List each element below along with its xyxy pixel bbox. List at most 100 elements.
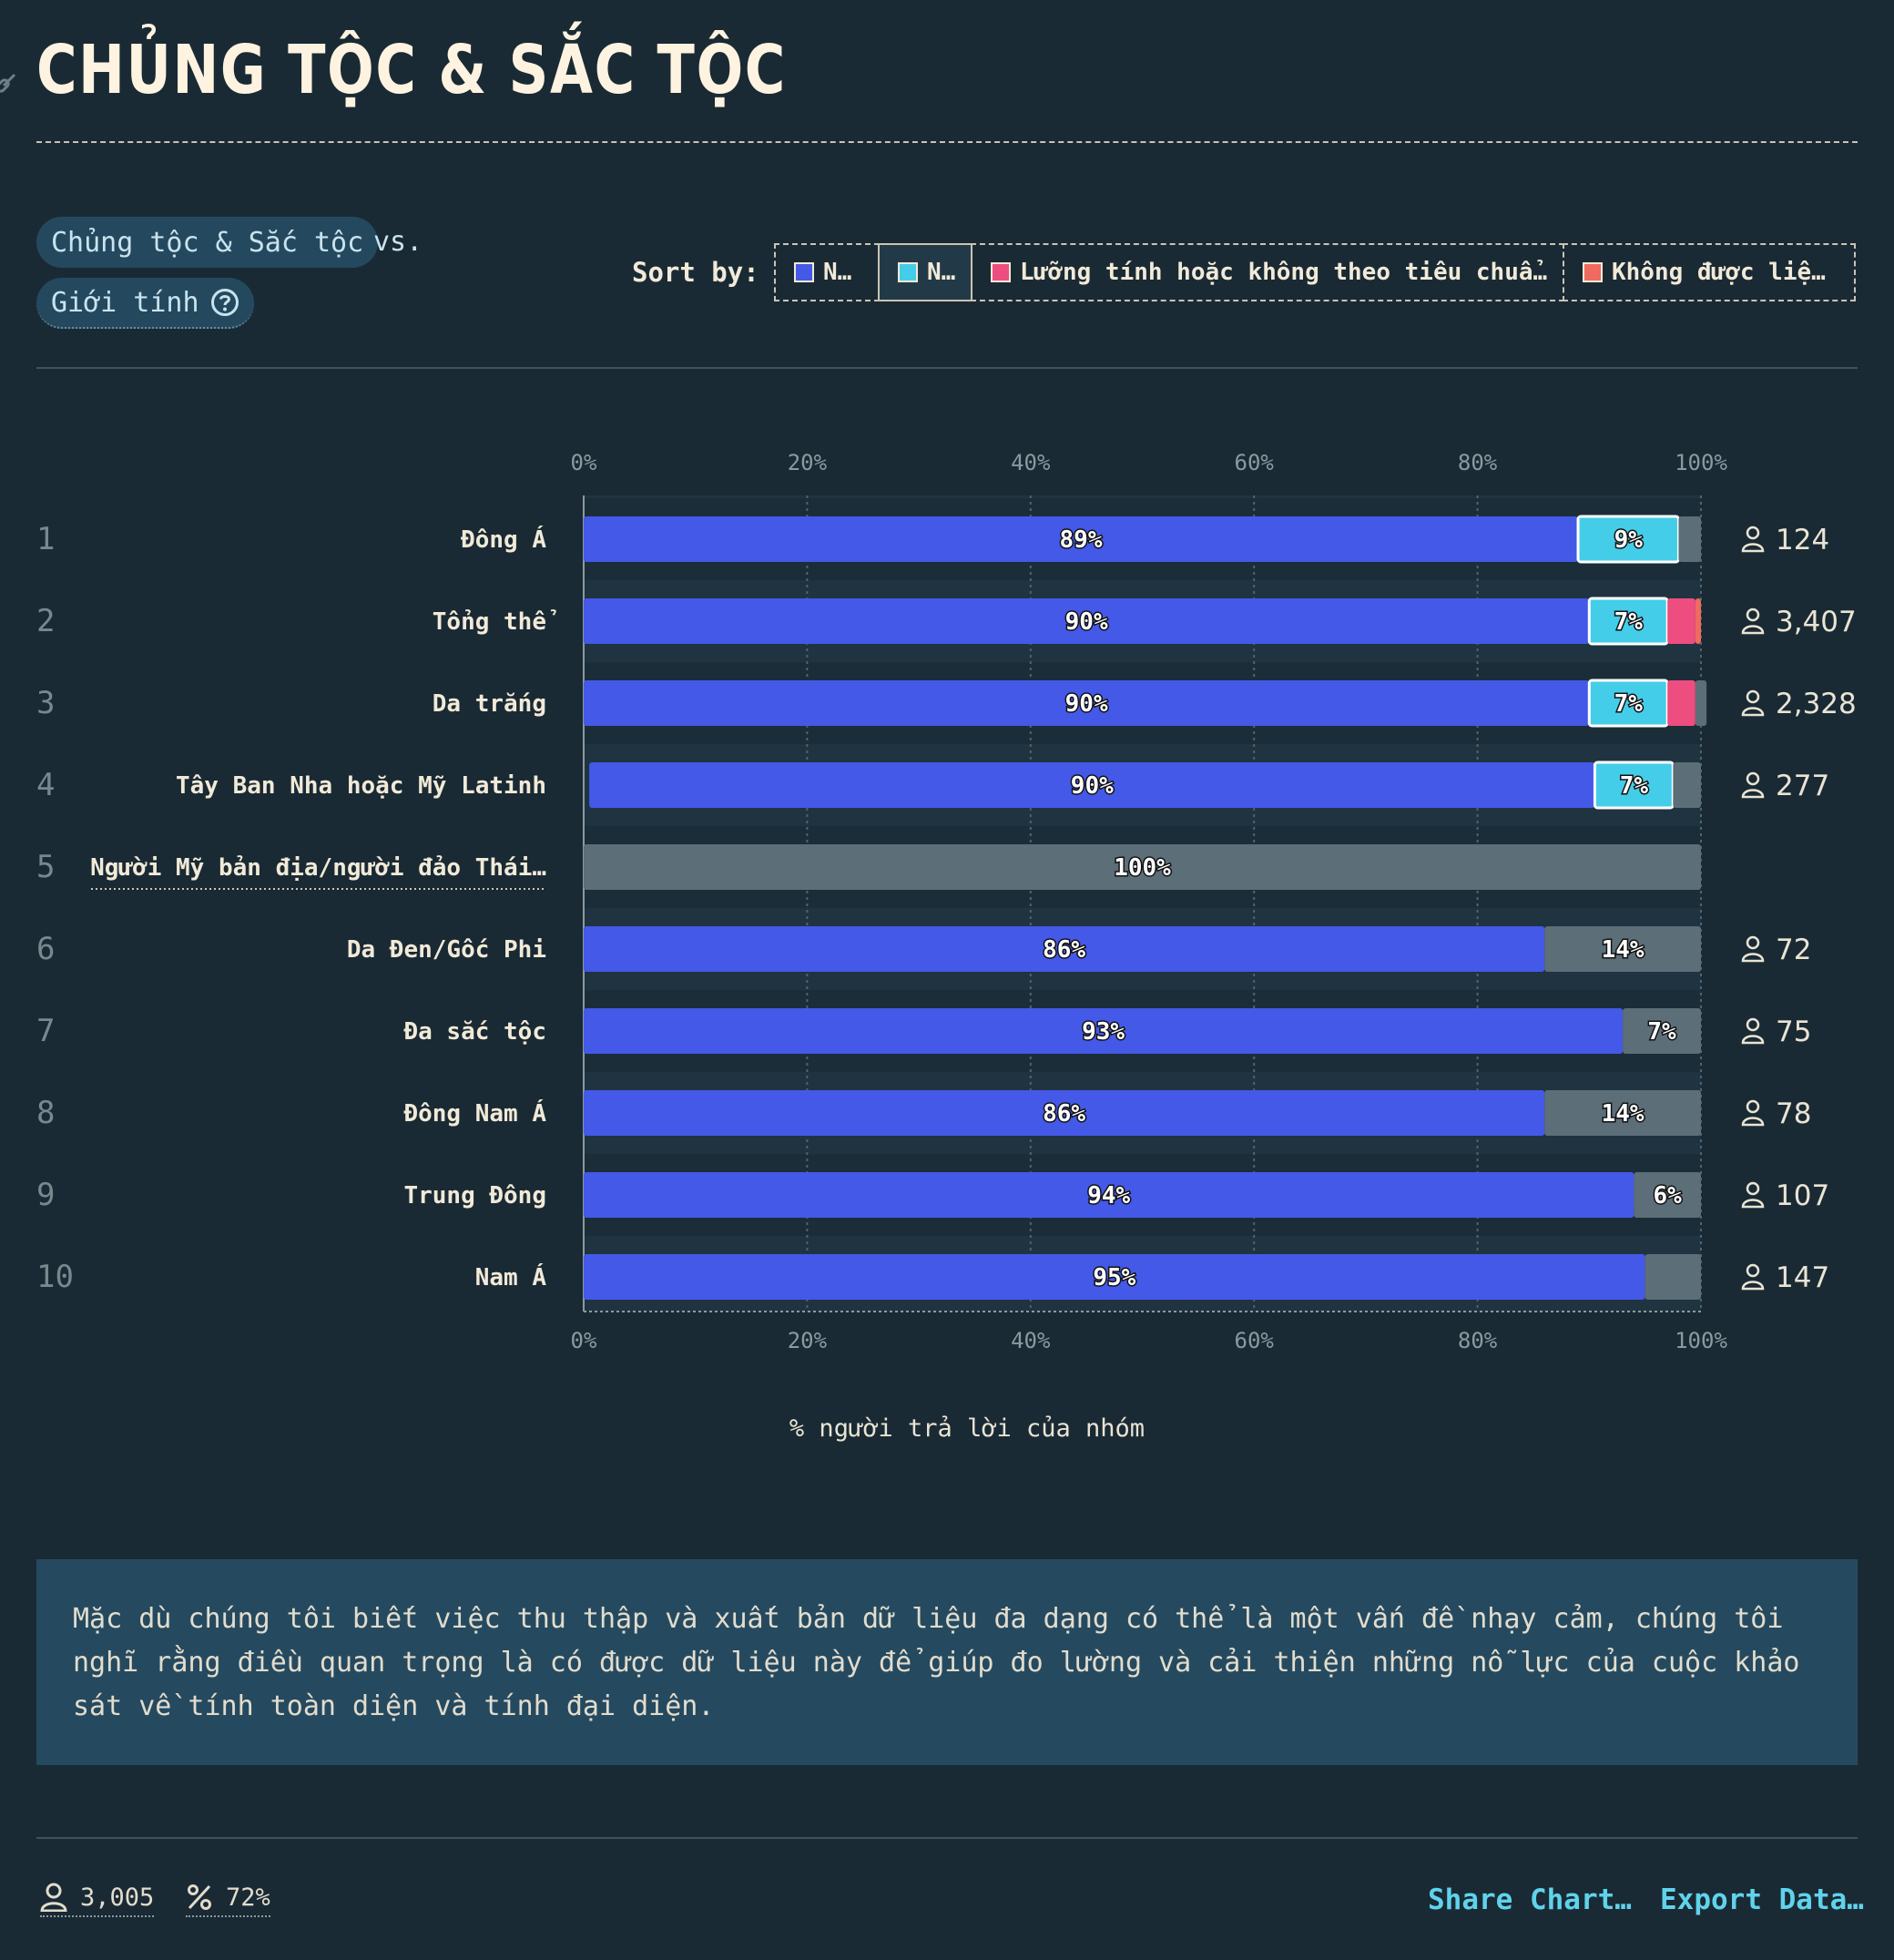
row-label: Đông Nam Á bbox=[403, 1098, 546, 1128]
row-label: Người Mỹ bản địa/người đảo Thái… bbox=[90, 854, 546, 882]
bar-segment bbox=[1667, 680, 1695, 726]
group-b-label: Giới tính bbox=[51, 286, 199, 319]
bar-value-label: 86% bbox=[1043, 1100, 1085, 1128]
share-chart-link[interactable]: Share Chart… bbox=[1428, 1883, 1632, 1916]
row-label: Trung Đông bbox=[403, 1182, 546, 1210]
sort-option-3-label: Lưỡng tính hoặc không theo tiêu chuẩ… bbox=[1020, 259, 1548, 286]
footer-divider bbox=[36, 1837, 1858, 1839]
bar-value-label: 93% bbox=[1082, 1018, 1125, 1046]
row-count: 277 bbox=[1776, 770, 1829, 802]
bar-value-label: 7% bbox=[1614, 690, 1644, 718]
person-icon-head bbox=[1746, 1181, 1760, 1196]
x-tick-label-bottom: 60% bbox=[1235, 1328, 1275, 1353]
sort-options: N… N… Lưỡng tính hoặc không theo tiêu ch… bbox=[774, 243, 1858, 301]
person-icon-body bbox=[1741, 1281, 1765, 1291]
row-count: 75 bbox=[1776, 1016, 1811, 1048]
person-icon bbox=[1741, 935, 1765, 963]
section-divider bbox=[36, 367, 1858, 369]
person-icon bbox=[1741, 607, 1765, 635]
person-icon-head bbox=[1746, 607, 1760, 622]
group-a-select[interactable]: Chủng tộc & Sắc tộc bbox=[36, 217, 379, 268]
row-count: 107 bbox=[1776, 1179, 1829, 1212]
sort-option-2[interactable]: N… bbox=[878, 243, 972, 301]
bar-value-label: 94% bbox=[1087, 1182, 1130, 1210]
respondents-count: 3,005 bbox=[80, 1883, 155, 1912]
sort-swatch-3 bbox=[991, 262, 1011, 282]
person-icon-body bbox=[1741, 1199, 1765, 1209]
export-data-link[interactable]: Export Data… bbox=[1660, 1883, 1864, 1916]
person-icon bbox=[40, 1883, 67, 1912]
row-rank: 5 bbox=[36, 849, 55, 885]
bar-value-label: 86% bbox=[1043, 936, 1085, 964]
row-count: 124 bbox=[1776, 524, 1829, 556]
bar-segment bbox=[1645, 1254, 1701, 1300]
row-rank: 1 bbox=[36, 521, 55, 557]
row-rank: 9 bbox=[36, 1177, 55, 1213]
bar-value-label: 90% bbox=[1065, 690, 1108, 718]
percent-value: 72% bbox=[226, 1883, 270, 1912]
bar-value-label: 6% bbox=[1654, 1182, 1683, 1210]
person-icon-body bbox=[1741, 1035, 1765, 1045]
sort-swatch-4 bbox=[1583, 262, 1603, 282]
bar-value-label: 90% bbox=[1071, 772, 1114, 800]
bar-value-label: 9% bbox=[1614, 526, 1644, 554]
note-box: Mặc dù chúng tôi biết việc thu thập và x… bbox=[36, 1559, 1858, 1765]
x-tick-label-bottom: 0% bbox=[571, 1328, 597, 1353]
row-label: Da trắng bbox=[433, 690, 546, 718]
person-icon-head bbox=[1746, 1017, 1760, 1032]
row-label: Đa sắc tộc bbox=[403, 1018, 546, 1046]
row-count: 3,407 bbox=[1776, 606, 1857, 638]
person-icon-body bbox=[1741, 543, 1765, 553]
x-tick-label-top: 80% bbox=[1458, 450, 1498, 475]
row-rank: 2 bbox=[36, 603, 55, 639]
row-rank: 7 bbox=[36, 1013, 55, 1049]
x-tick-label-bottom: 40% bbox=[1011, 1328, 1051, 1353]
percent-stat[interactable]: 72% bbox=[186, 1883, 270, 1917]
sort-option-1-label: N… bbox=[823, 259, 852, 286]
person-icon-head bbox=[1746, 1099, 1760, 1114]
bar-segment bbox=[1695, 680, 1707, 726]
sort-option-3[interactable]: Lưỡng tính hoặc không theo tiêu chuẩ… bbox=[971, 243, 1564, 301]
row-count: 2,328 bbox=[1776, 688, 1857, 720]
respondents-stat[interactable]: 3,005 bbox=[40, 1883, 155, 1917]
person-icon bbox=[1741, 771, 1765, 799]
bar-value-label: 95% bbox=[1093, 1264, 1135, 1291]
sort-option-2-label: N… bbox=[927, 259, 956, 286]
row-count: 72 bbox=[1776, 934, 1811, 966]
sort-option-4-label: Không được liệ… bbox=[1612, 259, 1826, 286]
person-icon bbox=[1741, 1099, 1765, 1127]
link-icon[interactable] bbox=[0, 66, 18, 93]
person-icon-head bbox=[1746, 1263, 1760, 1278]
row-label: Tây Ban Nha hoặc Mỹ Latinh bbox=[176, 772, 546, 800]
sort-swatch-1 bbox=[794, 262, 814, 282]
person-icon-body bbox=[1741, 953, 1765, 963]
bar-value-label: 7% bbox=[1620, 772, 1649, 800]
group-b-select[interactable]: Giới tính bbox=[36, 278, 254, 329]
x-tick-label-top: 0% bbox=[571, 450, 597, 475]
row-label: Đông Á bbox=[461, 525, 546, 554]
row-rank: 8 bbox=[36, 1095, 55, 1131]
x-axis-title: % người trả lời của nhóm bbox=[789, 1414, 1146, 1443]
sort-option-1[interactable]: N… bbox=[774, 243, 880, 301]
page-title: CHỦNG TỘC & SẮC TỘC bbox=[36, 31, 787, 109]
bar-segment bbox=[1695, 598, 1701, 644]
bar-value-label: 7% bbox=[1647, 1018, 1676, 1046]
title-divider bbox=[36, 141, 1858, 143]
bar-segment bbox=[1673, 762, 1701, 808]
bar-value-label: 100% bbox=[1114, 854, 1171, 882]
row-label: Nam Á bbox=[475, 1262, 547, 1291]
bar-segment bbox=[1678, 516, 1701, 562]
person-icon bbox=[1741, 1181, 1765, 1209]
person-icon bbox=[1741, 526, 1765, 553]
row-rank: 4 bbox=[36, 767, 55, 803]
sort-option-4[interactable]: Không được liệ… bbox=[1563, 243, 1856, 301]
percent-icon bbox=[188, 1884, 211, 1910]
person-icon-head bbox=[1746, 526, 1760, 540]
row-rank: 3 bbox=[36, 685, 55, 721]
x-tick-label-bottom: 100% bbox=[1675, 1328, 1727, 1353]
person-icon-body bbox=[1741, 625, 1765, 635]
help-icon[interactable] bbox=[210, 288, 239, 317]
person-icon bbox=[1741, 1263, 1765, 1291]
row-label: Tổng thể bbox=[433, 608, 556, 636]
person-icon-head bbox=[1746, 935, 1760, 950]
